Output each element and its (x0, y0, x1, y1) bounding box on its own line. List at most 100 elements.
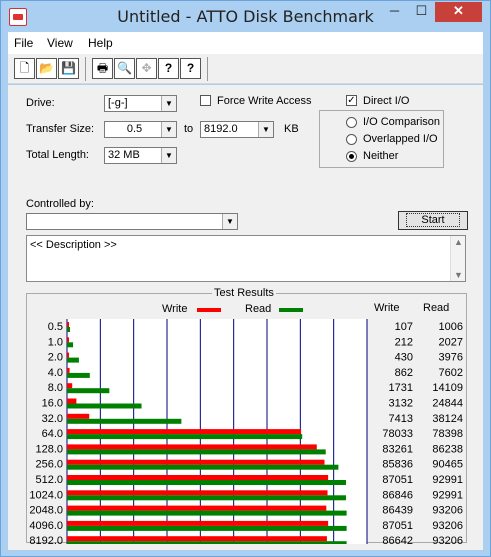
chevron-down-icon[interactable]: ▼ (222, 214, 237, 229)
neither-radio[interactable] (346, 151, 357, 162)
read-bar (67, 357, 79, 363)
bottom-strip (8, 547, 483, 550)
read-value: 1006 (439, 321, 463, 333)
write-bar (67, 505, 327, 511)
write-value: 83261 (382, 443, 413, 455)
write-value: 1731 (389, 382, 413, 394)
new-icon[interactable]: 🗋 (14, 58, 35, 79)
chart-category-label: 2.0 (48, 352, 63, 364)
write-bar (67, 398, 77, 404)
read-bar (67, 388, 110, 394)
print-preview-icon[interactable]: 🔍 (114, 58, 135, 79)
controlled-by-select[interactable]: ▼ (26, 213, 238, 230)
write-bar (67, 367, 70, 373)
read-bar (67, 480, 346, 485)
io-comparison-radio[interactable] (346, 117, 357, 128)
read-bar (67, 510, 347, 516)
read-value: 3976 (439, 352, 463, 364)
chart-category-label: 2048.0 (29, 505, 63, 517)
menu-view[interactable]: View (47, 36, 73, 50)
read-value: 7602 (439, 367, 463, 379)
chevron-down-icon[interactable]: ▼ (161, 96, 176, 111)
write-value: 7413 (389, 413, 413, 425)
toolbar-separator (85, 57, 86, 81)
overlapped-io-label: Overlapped I/O (363, 133, 438, 145)
write-bar (67, 490, 328, 496)
chevron-down-icon[interactable]: ▼ (258, 122, 273, 137)
write-bar (67, 536, 327, 542)
chart-category-label: 1.0 (48, 336, 63, 348)
chart-category-label: 8192.0 (29, 535, 63, 544)
write-bar (67, 444, 317, 450)
transfer-from-select[interactable]: 0.5 ▼ (104, 121, 177, 138)
open-icon[interactable]: 📂 (36, 58, 57, 79)
close-button[interactable]: ✕ (435, 2, 482, 22)
chart-category-label: 4.0 (48, 367, 63, 379)
io-comparison-label: I/O Comparison (363, 116, 441, 128)
write-value: 107 (395, 321, 413, 333)
read-value: 93206 (432, 505, 463, 517)
read-value: 2027 (439, 336, 463, 348)
write-bar (67, 337, 69, 343)
read-value: 78398 (432, 428, 463, 440)
chart-category-label: 512.0 (35, 474, 63, 486)
maximize-button[interactable]: ☐ (408, 2, 435, 22)
save-icon[interactable]: 💾 (58, 58, 79, 79)
force-write-checkbox[interactable] (200, 95, 211, 106)
write-bar (67, 322, 69, 327)
read-bar (67, 449, 326, 455)
write-value: 86439 (382, 505, 413, 517)
minimize-button[interactable]: ─ (381, 2, 408, 22)
total-length-select[interactable]: 32 MB ▼ (104, 147, 177, 164)
read-value: 14109 (432, 382, 463, 394)
neither-label: Neither (363, 150, 399, 162)
transfer-from-value: 0.5 (126, 123, 143, 135)
overlapped-io-radio[interactable] (346, 134, 357, 145)
read-bar (67, 434, 303, 440)
write-bar (67, 352, 69, 358)
print-icon[interactable]: 🖶 (92, 58, 113, 79)
drive-label: Drive: (26, 97, 55, 109)
start-button[interactable]: Start (398, 211, 468, 230)
description-scrollbar[interactable]: ▲ ▼ (450, 236, 465, 281)
title-bar[interactable]: Untitled - ATTO Disk Benchmark ─ ☐ ✕ (1, 1, 490, 32)
chart-category-label: 8.0 (48, 382, 63, 394)
read-value: 86238 (432, 443, 463, 455)
drive-select[interactable]: [-g-] ▼ (104, 95, 177, 112)
read-bar (67, 541, 347, 544)
read-value: 24844 (432, 398, 463, 410)
transfer-to-value: 8192.0 (204, 123, 238, 135)
toolbar: 🗋 📂 💾 🖶 🔍 ✥ ? ? (8, 54, 483, 84)
chart-category-label: 128.0 (35, 443, 63, 455)
move-icon[interactable]: ✥ (136, 58, 157, 79)
menu-file[interactable]: File (14, 36, 33, 50)
total-length-value: 32 MB (108, 149, 140, 161)
menu-help[interactable]: Help (88, 36, 113, 50)
transfer-size-label: Transfer Size: (26, 123, 95, 135)
transfer-unit: KB (284, 123, 299, 135)
scroll-down-icon[interactable]: ▼ (454, 270, 463, 280)
write-value: 862 (395, 367, 413, 379)
write-value: 3132 (389, 398, 413, 410)
read-value: 93206 (432, 520, 463, 532)
drive-value: [-g-] (108, 97, 128, 109)
read-bar (67, 418, 182, 424)
help-icon[interactable]: ? (158, 58, 179, 79)
read-bar (67, 495, 346, 501)
chart-category-label: 64.0 (42, 428, 63, 440)
write-value: 87051 (382, 520, 413, 532)
chevron-down-icon[interactable]: ▼ (161, 122, 176, 137)
read-value: 38124 (432, 413, 463, 425)
write-value: 85836 (382, 459, 413, 471)
transfer-to-select[interactable]: 8192.0 ▼ (200, 121, 274, 138)
force-write-label: Force Write Access (217, 95, 312, 107)
read-bar (67, 525, 347, 531)
direct-io-checkbox[interactable]: ✓ (346, 95, 357, 106)
test-results-panel: Test Results Write Read Write Read 0.5 10… (26, 287, 467, 544)
context-help-icon[interactable]: ? (180, 58, 201, 79)
write-value: 86846 (382, 489, 413, 501)
chevron-down-icon[interactable]: ▼ (161, 148, 176, 163)
write-value: 212 (395, 336, 413, 348)
description-textarea[interactable]: << Description >> ▲ ▼ (26, 235, 466, 282)
scroll-up-icon[interactable]: ▲ (454, 237, 463, 247)
